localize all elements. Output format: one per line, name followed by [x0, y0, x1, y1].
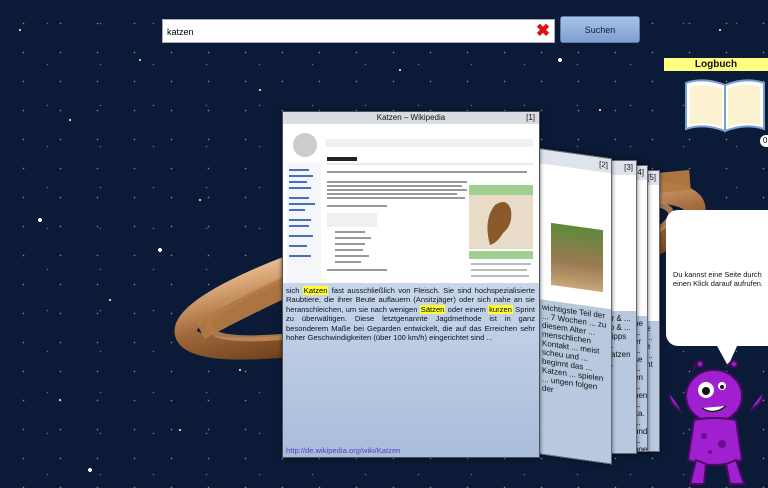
result-url[interactable]: http://de.wikipedia.org/wiki/Katzen: [286, 446, 400, 455]
result-snippet-text: sich Katzen fast ausschließlich von Flei…: [286, 286, 536, 343]
wikipedia-logo: [293, 133, 317, 157]
wikipedia-page-preview: [285, 125, 537, 283]
search-button[interactable]: Suchen: [560, 16, 640, 43]
result-snippet: sich Katzen fast ausschließlich von Flei…: [283, 283, 539, 457]
highlight-term: kurzen: [488, 304, 513, 314]
cat-photo: [551, 222, 603, 293]
page-thumbnail: [285, 125, 537, 283]
logbook-count-badge: 0: [760, 135, 768, 147]
book-icon[interactable]: [682, 75, 768, 133]
highlight-term: Katzen: [302, 286, 329, 295]
search-box: ✖: [162, 19, 555, 43]
result-card-snippet: wichtigste Teil der ... 7 Wochen ... zu …: [539, 299, 611, 465]
result-card-2[interactable]: [2] wichtigste Teil der ... 7 Wochen ...…: [538, 148, 612, 465]
highlight-term: Sätzen: [419, 304, 446, 314]
result-card-index: [1]: [526, 113, 535, 122]
result-card-title: Katzen – Wikipedia: [283, 112, 539, 124]
result-card-1[interactable]: Katzen – Wikipedia [1] sich Katzen fast …: [282, 111, 540, 458]
search-input[interactable]: [165, 22, 529, 42]
logbook-title[interactable]: Logbuch: [664, 58, 768, 71]
alien-mascot: [668, 360, 764, 485]
clear-search-icon[interactable]: ✖: [534, 22, 552, 40]
help-text: Du kannst eine Seite durch einen Klick d…: [673, 270, 763, 288]
